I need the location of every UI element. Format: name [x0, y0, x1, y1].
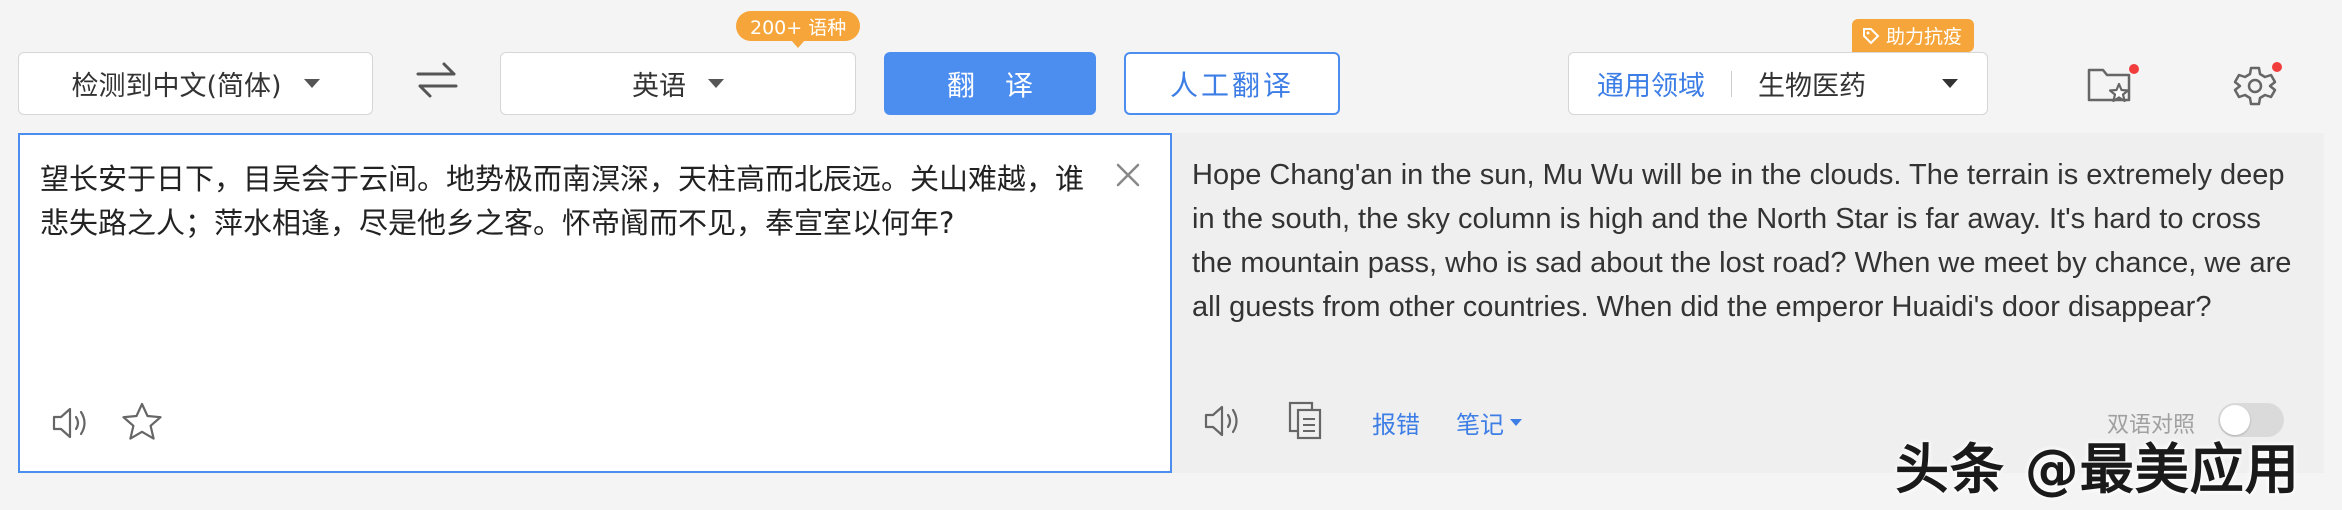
domain-badge: 助力抗疫 — [1852, 19, 1975, 52]
tag-icon — [1863, 27, 1880, 44]
speaker-icon[interactable] — [1202, 401, 1246, 441]
source-language-label: 检测到中文(简体) — [71, 71, 282, 102]
target-language-label: 英语 — [632, 71, 686, 102]
chevron-down-icon[interactable] — [1942, 79, 1958, 88]
star-icon[interactable] — [120, 401, 164, 443]
report-error-link[interactable]: 报错 — [1372, 405, 1420, 440]
chevron-down-icon — [303, 79, 320, 88]
swap-arrows-icon[interactable] — [414, 60, 460, 100]
domain-general-tab[interactable]: 通用领域 — [1597, 64, 1705, 103]
notes-dropdown[interactable]: 笔记 — [1456, 405, 1522, 440]
divider — [1731, 70, 1732, 97]
speaker-icon[interactable] — [50, 403, 94, 443]
translator-page: 检测到中文(简体) 英语 200+ 语种 翻译 人工翻译 通用领域 生物医药 助… — [0, 0, 2342, 510]
source-language-select[interactable]: 检测到中文(简体) — [18, 52, 373, 115]
translation-result-panel: Hope Chang'an in the sun, Mu Wu will be … — [1172, 133, 2324, 473]
language-count-badge: 200+ 语种 — [736, 11, 861, 48]
source-text[interactable]: 望长安于日下，目吴会于云间。地势极而南溟深，天柱高而北辰远。关山难越，谁悲失路之… — [40, 157, 1100, 245]
domain-selected-option[interactable]: 生物医药 — [1758, 64, 1866, 103]
source-input-panel[interactable]: 望长安于日下，目吴会于云间。地势极而南溟深，天柱高而北辰远。关山难越，谁悲失路之… — [18, 133, 1172, 473]
settings-button[interactable] — [2230, 60, 2284, 108]
chevron-down-icon — [1510, 419, 1522, 426]
copy-icon[interactable] — [1286, 399, 1326, 441]
domain-selector: 通用领域 生物医药 — [1568, 52, 1988, 115]
favorites-button[interactable] — [2085, 60, 2139, 108]
human-translate-button[interactable]: 人工翻译 — [1124, 52, 1340, 115]
target-language-select[interactable]: 英语 — [500, 52, 856, 115]
close-icon[interactable] — [1110, 157, 1146, 193]
translate-button[interactable]: 翻译 — [884, 52, 1096, 115]
watermark: 头条 @最美应用 — [1895, 438, 2300, 501]
domain-badge-label: 助力抗疫 — [1886, 26, 1963, 48]
notification-dot — [2272, 62, 2282, 72]
translation-text: Hope Chang'an in the sun, Mu Wu will be … — [1192, 159, 2292, 323]
notes-label: 笔记 — [1456, 411, 1504, 439]
notification-dot — [2129, 64, 2139, 74]
chevron-down-icon — [708, 79, 724, 88]
